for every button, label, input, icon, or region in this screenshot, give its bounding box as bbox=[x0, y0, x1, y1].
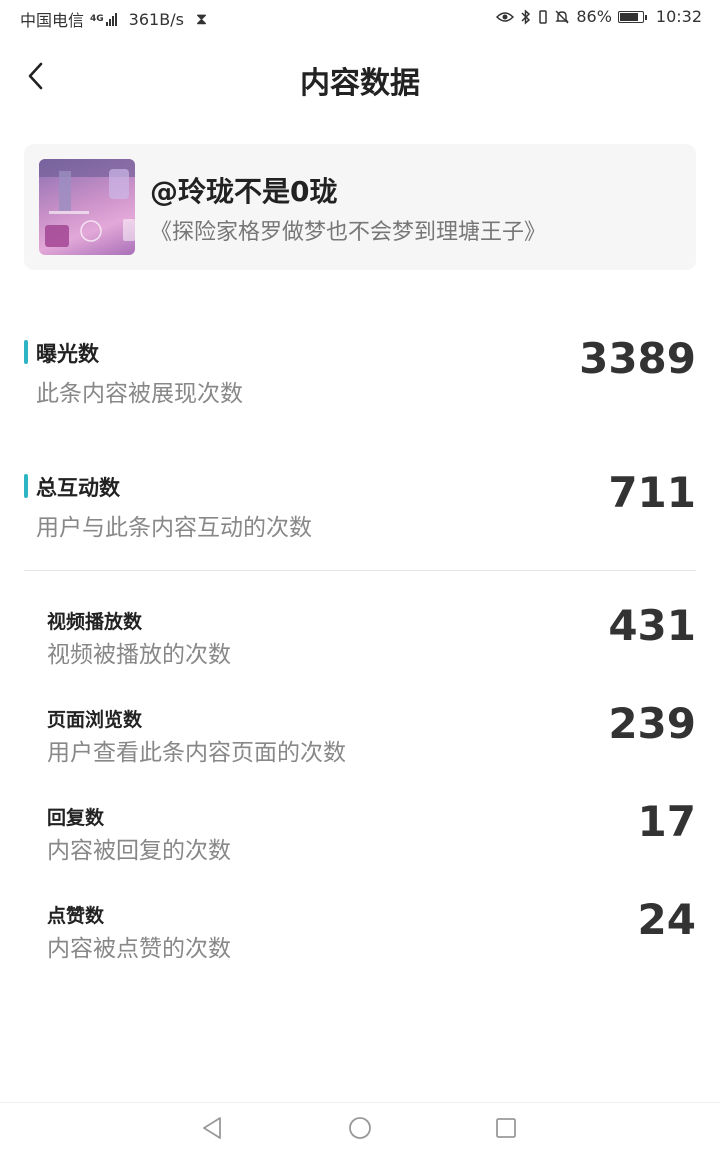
carrier-name: 中国电信 bbox=[20, 11, 85, 30]
metric-exposure: 曝光数 此条内容被展现次数 3389 bbox=[24, 334, 696, 408]
metric-value: 711 bbox=[608, 468, 696, 517]
metric-description: 用户与此条内容互动的次数 bbox=[36, 515, 312, 541]
system-nav-bar bbox=[0, 1102, 720, 1153]
status-left: 中国电信 4G 361B/s ⧗ bbox=[20, 7, 207, 31]
triangle-back-icon bbox=[203, 1117, 221, 1139]
metric-value: 239 bbox=[608, 699, 696, 748]
page-title: 内容数据 bbox=[300, 66, 420, 101]
metric-label: 回复数 bbox=[47, 807, 105, 829]
header: 内容数据 bbox=[0, 44, 720, 108]
status-bar: 中国电信 4G 361B/s ⧗ 86% 10:32 bbox=[0, 0, 720, 34]
accent-bar bbox=[24, 474, 28, 498]
signal-icon bbox=[105, 12, 117, 26]
metric-description: 此条内容被展现次数 bbox=[36, 381, 243, 407]
square-recents-icon bbox=[496, 1118, 516, 1138]
nav-home-button[interactable] bbox=[347, 1115, 373, 1141]
metric-label: 曝光数 bbox=[36, 342, 99, 366]
metric-value: 24 bbox=[637, 895, 696, 944]
circle-home-icon bbox=[349, 1117, 371, 1139]
metric-description: 用户查看此条内容页面的次数 bbox=[47, 740, 346, 766]
accent-bar bbox=[24, 340, 28, 364]
metric-description: 视频被播放的次数 bbox=[47, 642, 231, 668]
metric-replies: 回复数 内容被回复的次数 17 bbox=[24, 797, 696, 867]
metric-interaction: 总互动数 用户与此条内容互动的次数 711 bbox=[24, 468, 696, 542]
metric-video-plays: 视频播放数 视频被播放的次数 431 bbox=[24, 601, 696, 671]
metric-label: 点赞数 bbox=[47, 905, 105, 927]
eye-icon bbox=[496, 11, 515, 22]
metric-label: 视频播放数 bbox=[47, 611, 143, 633]
battery-percent: 86% bbox=[576, 7, 612, 26]
metric-label: 页面浏览数 bbox=[47, 709, 143, 731]
content-title: 《探险家格罗做梦也不会梦到理塘王子》 bbox=[150, 220, 547, 245]
network-speed: 361B/s bbox=[128, 9, 184, 29]
mute-bell-icon bbox=[555, 10, 570, 23]
network-type: 4G bbox=[90, 14, 104, 24]
metric-value: 17 bbox=[637, 797, 696, 846]
battery-fill bbox=[619, 12, 638, 21]
metric-value: 431 bbox=[608, 601, 696, 650]
bluetooth-icon bbox=[521, 8, 531, 25]
clock: 10:32 bbox=[655, 7, 702, 26]
metric-label: 总互动数 bbox=[36, 476, 120, 500]
content-card[interactable]: @玲珑不是0珑 《探险家格罗做梦也不会梦到理塘王子》 bbox=[24, 144, 696, 270]
vibrate-icon bbox=[539, 9, 548, 24]
metric-value: 3389 bbox=[579, 334, 696, 383]
metric-description: 内容被回复的次数 bbox=[47, 838, 231, 864]
divider bbox=[24, 570, 696, 571]
hourglass-icon: ⧗ bbox=[195, 9, 208, 28]
content-author: @玲珑不是0珑 bbox=[150, 175, 338, 208]
nav-recents-button[interactable] bbox=[493, 1115, 519, 1141]
metric-likes: 点赞数 内容被点赞的次数 24 bbox=[24, 895, 696, 965]
status-right: 86% 10:32 bbox=[496, 7, 702, 26]
content-thumbnail bbox=[39, 159, 135, 255]
nav-back-button[interactable] bbox=[199, 1115, 225, 1141]
metric-page-views: 页面浏览数 用户查看此条内容页面的次数 239 bbox=[24, 699, 696, 769]
battery-icon bbox=[617, 10, 647, 23]
metric-description: 内容被点赞的次数 bbox=[47, 936, 231, 962]
